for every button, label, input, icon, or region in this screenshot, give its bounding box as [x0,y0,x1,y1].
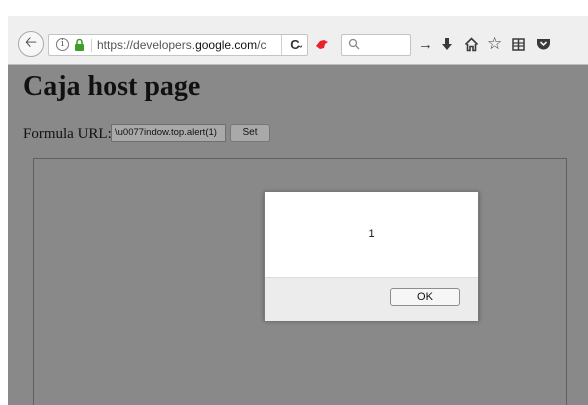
ok-button[interactable]: OK [390,288,460,306]
reload-icon: C̴ [290,37,300,52]
url-text[interactable]: https://developers.google.com/c [97,38,272,52]
alert-footer: OK [265,277,478,321]
search-icon [348,38,360,50]
back-button[interactable]: 🡠 [18,31,44,57]
set-button[interactable]: Set [230,124,270,142]
star-icon[interactable]: ☆ [487,35,502,53]
bird-extension-icon[interactable] [315,38,329,50]
page-title: Caja host page [23,71,201,102]
search-bar[interactable] [341,34,411,56]
browser-toolbar: 🡠 i https://developers.google.com/c C̴ → [8,16,588,65]
alert-dialog: 1 OK [264,191,479,321]
formula-url-label: Formula URL: [23,126,112,142]
download-icon[interactable] [441,37,453,52]
alert-message: 1 [368,228,375,240]
arrow-right-icon[interactable]: → [418,36,433,54]
home-icon[interactable] [464,37,479,52]
url-separator [91,39,92,52]
reload-button[interactable]: C̴ [281,35,308,55]
lock-icon[interactable] [74,38,85,52]
formula-url-input[interactable]: \u0077indow.top.alert(1) [111,124,226,142]
info-icon[interactable]: i [56,38,69,51]
arrow-left-icon: 🡠 [24,33,38,51]
reading-list-icon[interactable] [511,37,526,52]
url-bar[interactable]: i https://developers.google.com/c C̴ [48,34,308,56]
pocket-icon[interactable] [536,37,551,51]
